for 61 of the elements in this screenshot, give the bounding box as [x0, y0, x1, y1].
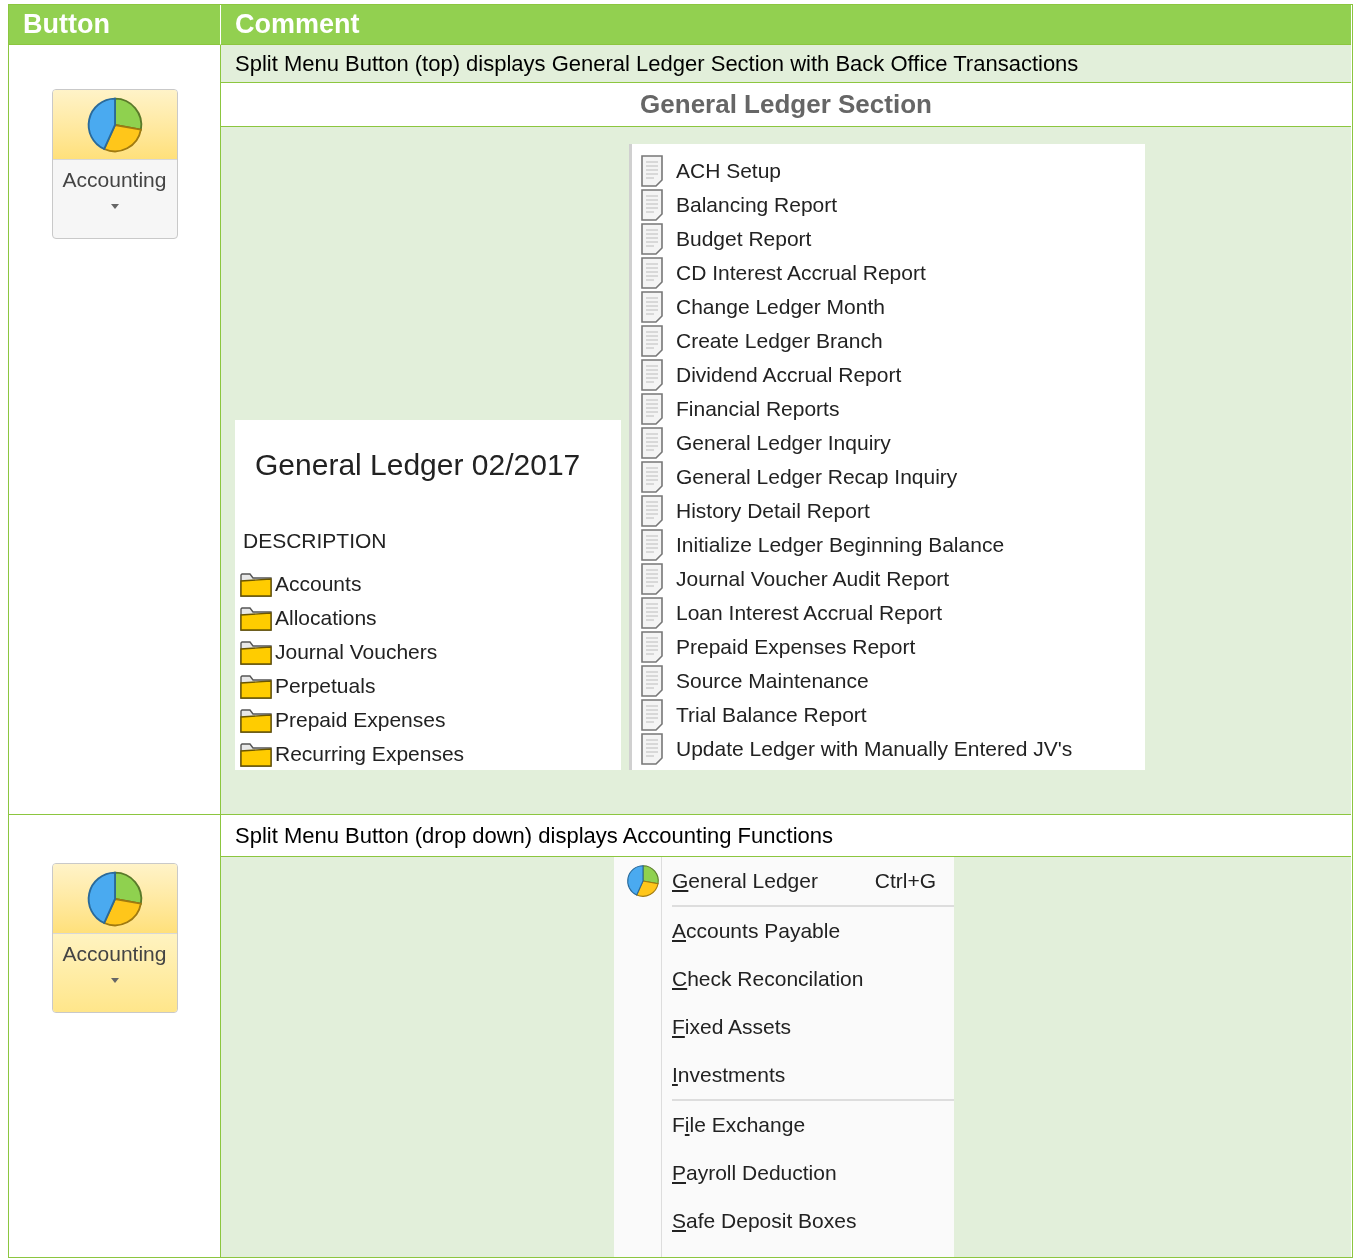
folder-item[interactable]: Recurring Expenses: [275, 737, 465, 770]
document-icon: [640, 563, 664, 595]
shortcut-text: Ctrl+G: [874, 868, 936, 895]
report-item[interactable]: Loan Interest Accrual Report: [676, 597, 943, 629]
pie-chart-icon: [625, 863, 661, 899]
report-item[interactable]: Change Ledger Month: [676, 291, 885, 323]
description-heading: DESCRIPTION: [242, 528, 388, 554]
report-item[interactable]: Trial Balance Report: [676, 699, 867, 731]
report-item[interactable]: Prepaid Expenses Report: [676, 631, 916, 663]
menu-item[interactable]: Safe Deposit Boxes: [614, 1197, 954, 1245]
document-icon: [640, 733, 664, 765]
column-header: Button: [9, 5, 221, 45]
report-item[interactable]: History Detail Report: [676, 495, 870, 527]
folder-item[interactable]: Allocations: [275, 601, 377, 634]
document-icon: [640, 393, 664, 425]
document-icon: [640, 461, 664, 493]
folder-item[interactable]: Perpetuals: [275, 669, 376, 702]
menu-item[interactable]: Payroll Deduction: [614, 1149, 954, 1197]
menu-item[interactable]: Check Reconcilation: [614, 955, 954, 1003]
menu-item[interactable]: General Ledger Ctrl+G: [614, 857, 954, 905]
accounting-split-button[interactable]: Accounting: [51, 863, 178, 1013]
document-icon: [640, 223, 664, 255]
column-header: Comment: [221, 5, 1351, 45]
document-icon: [640, 597, 664, 629]
caret-icon: [109, 204, 120, 210]
report-item[interactable]: CD Interest Accrual Report: [676, 257, 926, 289]
report-item[interactable]: Journal Voucher Audit Report: [676, 563, 950, 595]
document-icon: [640, 291, 664, 323]
report-item[interactable]: Dividend Accrual Report: [676, 359, 902, 391]
document-icon: [640, 257, 664, 289]
report-item[interactable]: Initialize Ledger Beginning Balance: [676, 529, 1005, 561]
report-item[interactable]: Update Ledger with Manually Entered JV's: [676, 733, 1073, 765]
folder-item[interactable]: Prepaid Expenses: [275, 703, 446, 736]
report-item[interactable]: Create Ledger Branch: [676, 325, 883, 357]
comment-text: Split Menu Button (top) displays General Ledger Section with Back Office Transactions: [221, 45, 1351, 83]
folder-item[interactable]: Accounts: [275, 567, 362, 600]
report-item[interactable]: Financial Reports: [676, 393, 840, 425]
menu-item[interactable]: Fixed Assets: [614, 1003, 954, 1051]
report-item[interactable]: Budget Report: [676, 223, 812, 255]
folder-item[interactable]: Journal Vouchers: [275, 635, 438, 668]
document-icon: [640, 495, 664, 527]
document-icon: [640, 631, 664, 663]
menu-item[interactable]: File Exchange: [614, 1101, 954, 1149]
menu-item[interactable]: Investments: [614, 1051, 954, 1099]
ledger-title: General Ledger 02/2017: [254, 447, 582, 483]
report-item[interactable]: General Ledger Recap Inquiry: [676, 461, 958, 493]
document-icon: [640, 155, 664, 187]
document-icon: [640, 699, 664, 731]
document-icon: [640, 665, 664, 697]
report-item[interactable]: Source Maintenance: [676, 665, 869, 697]
document-icon: [640, 189, 664, 221]
report-item[interactable]: General Ledger Inquiry: [676, 427, 891, 459]
document-icon: [640, 427, 664, 459]
report-item[interactable]: Balancing Report: [676, 189, 838, 221]
document-icon: [640, 359, 664, 391]
document-icon: [640, 325, 664, 357]
report-item[interactable]: ACH Setup: [676, 155, 782, 187]
document-icon: [640, 529, 664, 561]
caret-icon: [109, 978, 120, 984]
accounting-split-button[interactable]: Accounting: [51, 89, 178, 239]
menu-item[interactable]: Accounts Payable: [614, 907, 954, 955]
